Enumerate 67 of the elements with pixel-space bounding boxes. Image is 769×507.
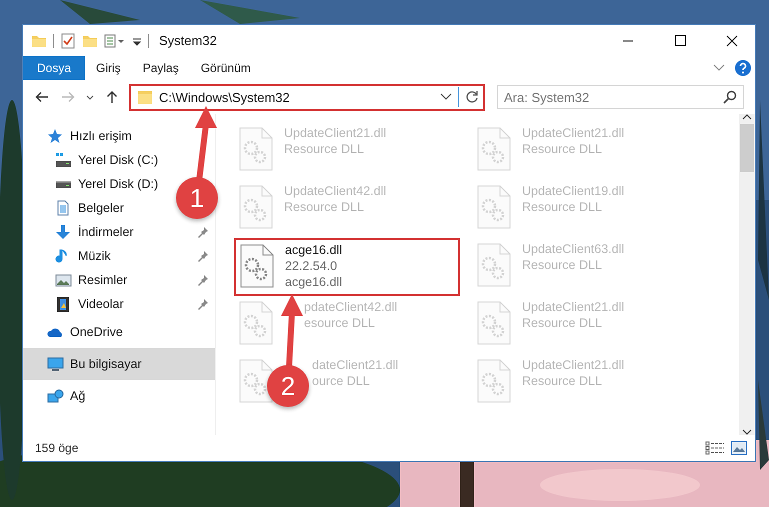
nav-item[interactable]: Resimler (78, 273, 128, 287)
checklist-icon[interactable] (60, 32, 76, 48)
search-icon[interactable] (723, 90, 737, 104)
file-detail: Resource DLL (522, 258, 602, 272)
picture-icon (55, 272, 72, 288)
file-detail: Resource DLL (284, 200, 364, 214)
drive-icon (55, 152, 72, 168)
nav-item[interactable]: Yerel Disk (D:) (78, 177, 158, 191)
file-detail: esource DLL (304, 316, 375, 330)
file-detail: Resource DLL (522, 316, 602, 330)
nav-item[interactable]: Ağ (70, 389, 86, 403)
right-arrow-icon (61, 91, 75, 103)
nav-item[interactable]: Hızlı erişim (70, 129, 132, 143)
help-icon[interactable] (735, 60, 751, 76)
selected-nav-row[interactable]: Bu bilgisayar (23, 348, 215, 380)
window-title: System32 (159, 33, 217, 48)
search-input[interactable]: Ara: System32 (504, 90, 723, 104)
nav-item[interactable]: Videolar (78, 297, 124, 311)
scrollbar[interactable] (739, 114, 755, 435)
address-path: C:\Windows\System32 (159, 90, 291, 104)
chevron-up-icon[interactable] (742, 114, 752, 120)
file-detail: 22.2.54.0 (285, 259, 338, 273)
refresh-icon[interactable] (465, 90, 479, 104)
nav-item[interactable]: İndirmeler (78, 225, 134, 239)
file-detail: Resource DLL (522, 142, 602, 156)
pin-icon[interactable] (197, 274, 209, 286)
left-arrow-icon (35, 91, 49, 103)
ribbon-tab[interactable]: Giriş (85, 56, 132, 80)
details-view-icon[interactable] (705, 441, 725, 455)
file-detail: Resource DLL (522, 200, 602, 214)
file-detail: ource DLL (312, 374, 370, 388)
search-field[interactable]: Ara: System32 (497, 85, 744, 109)
nav-item[interactable]: Müzik (78, 249, 111, 263)
ribbon-tab[interactable]: Görünüm (190, 56, 262, 80)
large-icons-view-icon[interactable] (731, 441, 747, 455)
folder-icon (137, 89, 153, 105)
file-detail: Resource DLL (522, 374, 602, 388)
pin-icon[interactable] (197, 226, 209, 238)
file-detail: Resource DLL (284, 142, 364, 156)
file-name[interactable]: acge16.dll (285, 243, 342, 257)
minimize-icon (622, 40, 634, 42)
maximize-icon (674, 35, 686, 46)
address-bar[interactable]: C:\Windows\System32 (129, 84, 485, 110)
network-icon (47, 388, 64, 404)
nav-item[interactable]: Bu bilgisayar (70, 357, 142, 371)
file-detail: acge16.dll (285, 275, 342, 289)
pin-icon[interactable] (197, 250, 209, 262)
pin-icon[interactable] (197, 298, 209, 310)
chevron-down-icon[interactable] (440, 93, 452, 101)
film-icon (55, 296, 72, 312)
dll-file-icon[interactable] (239, 243, 275, 289)
ribbon-tab[interactable]: Dosya (23, 56, 86, 80)
highlighted-file[interactable]: acge16.dll 22.2.54.0 acge16.dll (234, 238, 460, 296)
nav-item[interactable]: Yerel Disk (C:) (78, 153, 158, 167)
star-icon (47, 128, 64, 144)
nav-item[interactable]: OneDrive (70, 325, 123, 339)
chevron-down-icon[interactable] (742, 429, 752, 435)
down-arrow-icon (55, 224, 72, 240)
close-icon (726, 34, 738, 46)
monitor-icon (47, 356, 64, 372)
nav-item[interactable]: Belgeler (78, 201, 124, 215)
up-arrow-icon (106, 90, 118, 104)
properties-icon[interactable] (104, 32, 126, 48)
ribbon-tab[interactable]: Paylaş (132, 56, 190, 80)
chevron-down-icon (86, 94, 94, 100)
item-count: 159 öge (35, 441, 80, 455)
scroll-thumb[interactable] (740, 124, 754, 172)
